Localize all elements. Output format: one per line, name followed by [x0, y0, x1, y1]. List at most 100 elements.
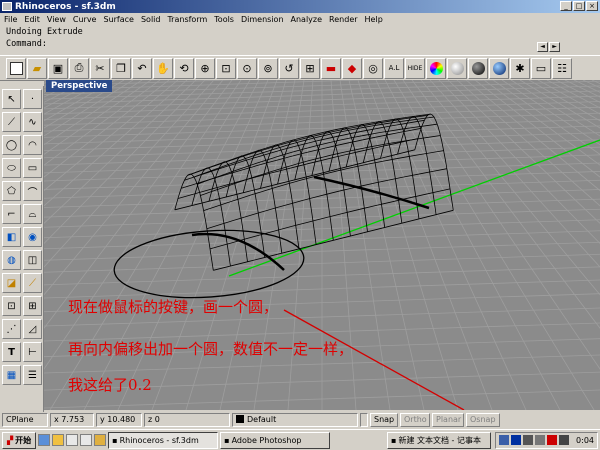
car-render-icon[interactable]: ▬ — [321, 57, 341, 79]
render-blue-icon[interactable] — [489, 57, 509, 79]
menu-curve[interactable]: Curve — [73, 15, 97, 24]
folder-quicklaunch-icon[interactable] — [94, 434, 107, 446]
open-folder-icon[interactable]: ▰ — [27, 57, 47, 79]
grid-line — [564, 80, 600, 98]
curve-icon[interactable]: ∿ — [23, 112, 42, 132]
light-icon[interactable]: ✱ — [510, 57, 530, 79]
media-quicklaunch-icon[interactable] — [80, 434, 93, 446]
arc-icon[interactable]: ◠ — [23, 135, 42, 155]
rhino-app-icon[interactable] — [2, 2, 12, 11]
freeform-curve-icon[interactable]: ⌒ — [23, 181, 42, 201]
perspective-viewport[interactable]: Perspective 现在做鼠标的按键，画一个圆， 再向内偏移出加一个圆，数值… — [44, 80, 600, 410]
ch-language-icon[interactable] — [511, 435, 522, 445]
pan-hand-icon[interactable]: ✋ — [153, 57, 173, 79]
fillet-icon[interactable]: ⌐ — [2, 204, 21, 224]
desktop-quicklaunch-icon[interactable] — [66, 434, 79, 446]
taskbar-item-notepad[interactable]: ▪ 新建 文本文档 - 记事本 — [387, 431, 492, 449]
status-layer[interactable]: Default — [232, 413, 358, 427]
viewport-canvas[interactable] — [44, 80, 600, 410]
clock: 0:04 — [576, 435, 594, 445]
move-icon[interactable]: ⊡ — [2, 296, 21, 316]
select-arrow-icon[interactable]: ↖ — [2, 89, 21, 109]
color-wheel-icon[interactable] — [426, 57, 446, 79]
menu-render[interactable]: Render — [329, 15, 357, 24]
ortho-toggle[interactable]: Ortho — [400, 413, 430, 427]
zoom-icon[interactable]: ⊕ — [195, 57, 215, 79]
status-y-coord: y 10.480 — [96, 413, 142, 427]
dimension-icon[interactable]: ⊢ — [23, 342, 42, 362]
osnap-toggle[interactable]: Osnap — [466, 413, 500, 427]
menu-edit[interactable]: Edit — [24, 15, 40, 24]
boolean-icon[interactable]: ◫ — [23, 250, 42, 270]
undo-icon[interactable]: ↶ — [132, 57, 152, 79]
annotation-line-1: 现在做鼠标的按键，画一个圆， — [68, 298, 279, 316]
start-button[interactable]: ▞ 开始 — [2, 431, 37, 449]
taskbar-item-rhino[interactable]: ▪ Rhinoceros - sf.3dm — [108, 431, 219, 449]
ie-quicklaunch-icon[interactable] — [38, 434, 51, 446]
rectangle-icon[interactable]: ▭ — [23, 158, 42, 178]
group-icon[interactable]: ⋰ — [2, 319, 21, 339]
shade-icon[interactable]: ◆ — [342, 57, 362, 79]
undo-view-icon[interactable]: ↺ — [279, 57, 299, 79]
offset-icon[interactable]: ⌓ — [23, 204, 42, 224]
new-file-icon[interactable] — [6, 57, 26, 79]
planar-toggle[interactable]: Planar — [432, 413, 464, 427]
layer-icon[interactable]: ▭ — [531, 57, 551, 79]
network-icon[interactable] — [523, 435, 534, 445]
zoom-window-icon[interactable]: ⊡ — [216, 57, 236, 79]
sphere-black-icon[interactable] — [468, 57, 488, 79]
sphere-solid-icon[interactable]: ◍ — [2, 250, 21, 270]
polygon-icon[interactable]: ⬠ — [2, 181, 21, 201]
tray-app-icon[interactable] — [559, 435, 570, 445]
circle-icon[interactable]: ◯ — [2, 135, 21, 155]
print-icon[interactable]: ⎙ — [69, 57, 89, 79]
grid-icon[interactable]: A.L — [384, 57, 404, 79]
menu-tools[interactable]: Tools — [214, 15, 234, 24]
zoom-selected-icon[interactable]: ⊚ — [258, 57, 278, 79]
array-icon[interactable]: ⊞ — [23, 296, 42, 316]
text-icon[interactable]: T — [2, 342, 21, 362]
volume-icon[interactable] — [535, 435, 546, 445]
viewport-label[interactable]: Perspective — [46, 80, 113, 92]
polyline-icon[interactable]: ⟋ — [2, 112, 21, 132]
menu-dimension[interactable]: Dimension — [241, 15, 284, 24]
maximize-button[interactable]: □ — [573, 1, 585, 11]
trim-icon[interactable]: ⟋ — [23, 273, 42, 293]
command-input[interactable]: Command: — [0, 38, 600, 50]
menu-view[interactable]: View — [47, 15, 66, 24]
input-method-icon[interactable] — [499, 435, 510, 445]
ellipse-icon[interactable]: ⬭ — [2, 158, 21, 178]
edit-points-icon[interactable]: ◪ — [2, 273, 21, 293]
scroll-right-icon[interactable]: ► — [549, 42, 560, 52]
hide-icon[interactable]: HIDE — [405, 57, 425, 79]
sphere-gray-icon[interactable] — [447, 57, 467, 79]
surface-icon[interactable]: ◧ — [2, 227, 21, 247]
menu-file[interactable]: File — [4, 15, 17, 24]
zoom-extents-icon[interactable]: ⊙ — [237, 57, 257, 79]
save-icon[interactable]: ▣ — [48, 57, 68, 79]
box-solid-icon[interactable]: ◉ — [23, 227, 42, 247]
osnap-icon[interactable]: ◎ — [363, 57, 383, 79]
properties-icon[interactable]: ☷ — [552, 57, 572, 79]
minimize-button[interactable]: _ — [560, 1, 572, 11]
antivirus-icon[interactable] — [547, 435, 558, 445]
rotate-view-icon[interactable]: ⟲ — [174, 57, 194, 79]
menu-solid[interactable]: Solid — [141, 15, 161, 24]
menu-analyze[interactable]: Analyze — [291, 15, 323, 24]
rhino-task-icon: ▪ — [112, 435, 118, 445]
point-icon[interactable]: · — [23, 89, 42, 109]
menu-transform[interactable]: Transform — [167, 15, 207, 24]
scroll-left-icon[interactable]: ◄ — [537, 42, 548, 52]
four-viewports-icon[interactable]: ⊞ — [300, 57, 320, 79]
menu-help[interactable]: Help — [365, 15, 383, 24]
snap-toggle[interactable]: Snap — [370, 413, 398, 427]
close-button[interactable]: × — [586, 1, 598, 11]
layer-tool-icon[interactable]: ▦ — [2, 365, 21, 385]
taskbar-item-photoshop[interactable]: ▪ Adobe Photoshop — [220, 431, 331, 449]
analyze-icon[interactable]: ☰ — [23, 365, 42, 385]
copy-icon[interactable]: ❐ — [111, 57, 131, 79]
scale-icon[interactable]: ◿ — [23, 319, 42, 339]
outlook-quicklaunch-icon[interactable] — [52, 434, 65, 446]
menu-surface[interactable]: Surface — [103, 15, 133, 24]
cut-icon[interactable]: ✂ — [90, 57, 110, 79]
